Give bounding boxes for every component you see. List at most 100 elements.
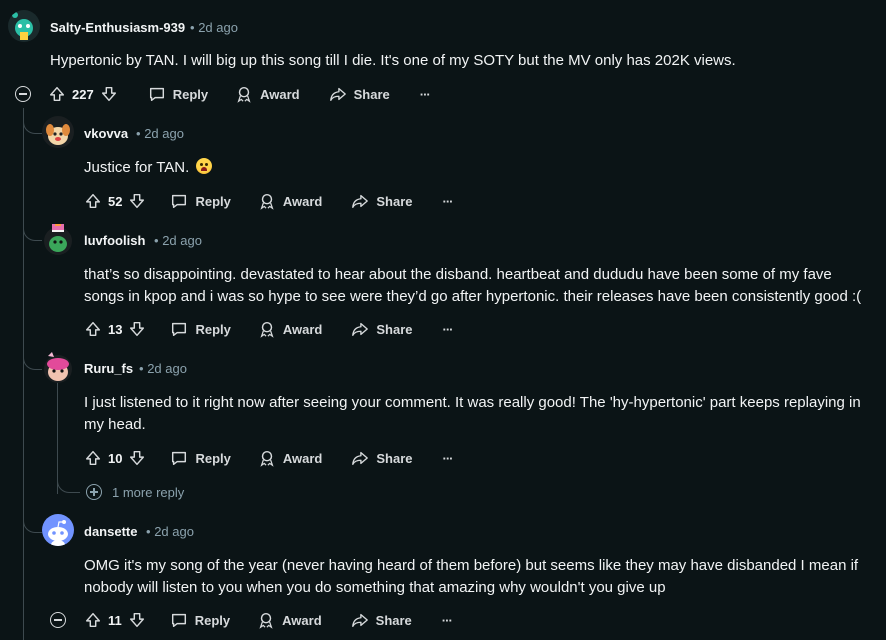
- reply-button[interactable]: Reply: [170, 611, 230, 629]
- comment-bubble-icon: [171, 613, 186, 628]
- upvote-arrow-icon: [85, 321, 101, 337]
- thread-connector: [23, 222, 42, 241]
- downvote-button[interactable]: [128, 192, 146, 210]
- vote-count: 227: [72, 86, 94, 102]
- more-options-button[interactable]: ···: [441, 612, 453, 628]
- more-icon: ···: [442, 450, 454, 466]
- comment-actions: 10 Reply Award Share ···: [84, 444, 454, 472]
- award-icon: [259, 612, 273, 629]
- upvote-arrow-icon: [85, 612, 101, 628]
- share-button[interactable]: Share: [351, 449, 413, 467]
- award-button[interactable]: Award: [258, 320, 322, 338]
- upvote-button[interactable]: [84, 192, 102, 210]
- award-icon: [260, 321, 274, 338]
- more-replies-link[interactable]: 1 more reply: [86, 484, 184, 500]
- upvote-arrow-icon: [85, 450, 101, 466]
- comment-actions: 227 Reply Award Share ···: [48, 80, 431, 108]
- reply-button[interactable]: Reply: [170, 192, 231, 210]
- comment-timestamp: • 2d ago: [146, 524, 194, 539]
- more-options-button[interactable]: ···: [442, 450, 454, 466]
- snoo-avatar-icon: [46, 124, 70, 145]
- comment-bubble-icon: [172, 322, 187, 337]
- collapse-thread-button[interactable]: [50, 612, 66, 628]
- more-icon: ···: [442, 193, 454, 209]
- more-options-button[interactable]: ···: [419, 86, 431, 102]
- award-icon: [260, 193, 274, 210]
- avatar[interactable]: [8, 10, 40, 42]
- share-button[interactable]: Share: [329, 85, 390, 103]
- share-button[interactable]: Share: [351, 320, 413, 338]
- comment-timestamp: • 2d ago: [154, 233, 202, 248]
- crying-emoji-icon: [196, 158, 213, 174]
- avatar[interactable]: [42, 350, 74, 384]
- downvote-arrow-icon: [130, 193, 145, 209]
- comment-body: I just listened to it right now after se…: [84, 394, 861, 433]
- upvote-arrow-icon: [85, 193, 101, 209]
- downvote-button[interactable]: [100, 85, 118, 103]
- share-button[interactable]: Share: [351, 192, 413, 210]
- share-icon: [329, 87, 346, 101]
- comment-username[interactable]: luvfoolish: [84, 233, 145, 248]
- more-options-button[interactable]: ···: [442, 193, 454, 209]
- downvote-button[interactable]: [128, 320, 146, 338]
- comment-bubble-icon: [172, 451, 187, 466]
- share-button[interactable]: Share: [351, 611, 412, 629]
- more-icon: ···: [442, 321, 454, 337]
- upvote-arrow-icon: [49, 86, 65, 102]
- comment-actions: 13 Reply Award Share ···: [84, 315, 454, 343]
- snoo-avatar-icon: [12, 12, 33, 40]
- thread-connector: [23, 115, 42, 134]
- thread-line-main: [23, 108, 24, 640]
- downvote-button[interactable]: [128, 449, 146, 467]
- share-icon: [352, 322, 369, 336]
- vote-count: 13: [108, 321, 123, 337]
- award-button[interactable]: Award: [235, 85, 300, 103]
- downvote-button[interactable]: [128, 611, 146, 629]
- snoo-avatar-icon: [44, 352, 72, 383]
- default-snoo-avatar-icon: [48, 520, 68, 546]
- upvote-button[interactable]: [48, 85, 66, 103]
- collapse-thread-button[interactable]: [15, 86, 31, 102]
- comment-username[interactable]: Salty-Enthusiasm-939: [50, 20, 185, 35]
- award-button[interactable]: Award: [258, 449, 322, 467]
- comment-body: OMG it's my song of the year (never havi…: [84, 557, 859, 596]
- avatar[interactable]: [42, 222, 74, 256]
- award-button[interactable]: Award: [258, 192, 322, 210]
- comment-body: Hypertonic by TAN. I will big up this so…: [50, 52, 736, 69]
- more-icon: ···: [441, 612, 453, 628]
- downvote-arrow-icon: [129, 612, 144, 628]
- reply-button[interactable]: Reply: [148, 85, 208, 103]
- vote-count: 52: [108, 193, 123, 209]
- more-options-button[interactable]: ···: [442, 321, 454, 337]
- award-icon: [237, 86, 251, 103]
- vote-count: 11: [108, 612, 122, 628]
- award-button[interactable]: Award: [257, 611, 322, 629]
- thread-connector: [23, 351, 42, 370]
- comment-timestamp: • 2d ago: [139, 361, 187, 376]
- reply-button[interactable]: Reply: [170, 449, 231, 467]
- comment-actions: 52 Reply Award Share ···: [84, 187, 454, 215]
- comment-username[interactable]: vkovva: [84, 126, 128, 141]
- comment-timestamp: • 2d ago: [190, 20, 238, 35]
- downvote-arrow-icon: [101, 86, 116, 102]
- comment-timestamp: • 2d ago: [136, 126, 184, 141]
- avatar[interactable]: [42, 116, 74, 148]
- reply-button[interactable]: Reply: [170, 320, 231, 338]
- comment-username[interactable]: Ruru_fs: [84, 361, 133, 376]
- upvote-button[interactable]: [84, 320, 102, 338]
- comment-body: Justice for TAN.: [84, 157, 864, 179]
- share-icon: [352, 451, 369, 465]
- downvote-arrow-icon: [130, 450, 145, 466]
- comment-username[interactable]: dansette: [84, 524, 137, 539]
- upvote-button[interactable]: [84, 611, 102, 629]
- vote-count: 10: [108, 450, 123, 466]
- comment-actions: 11 Reply Award Share ···: [84, 606, 453, 634]
- award-icon: [260, 450, 274, 467]
- more-icon: ···: [419, 86, 431, 102]
- comment-body: that’s so disappointing. devastated to h…: [84, 266, 862, 305]
- comment-bubble-icon: [149, 87, 164, 102]
- comment-bubble-icon: [172, 194, 187, 209]
- upvote-button[interactable]: [84, 449, 102, 467]
- avatar[interactable]: [42, 514, 74, 546]
- thread-connector: [23, 514, 42, 533]
